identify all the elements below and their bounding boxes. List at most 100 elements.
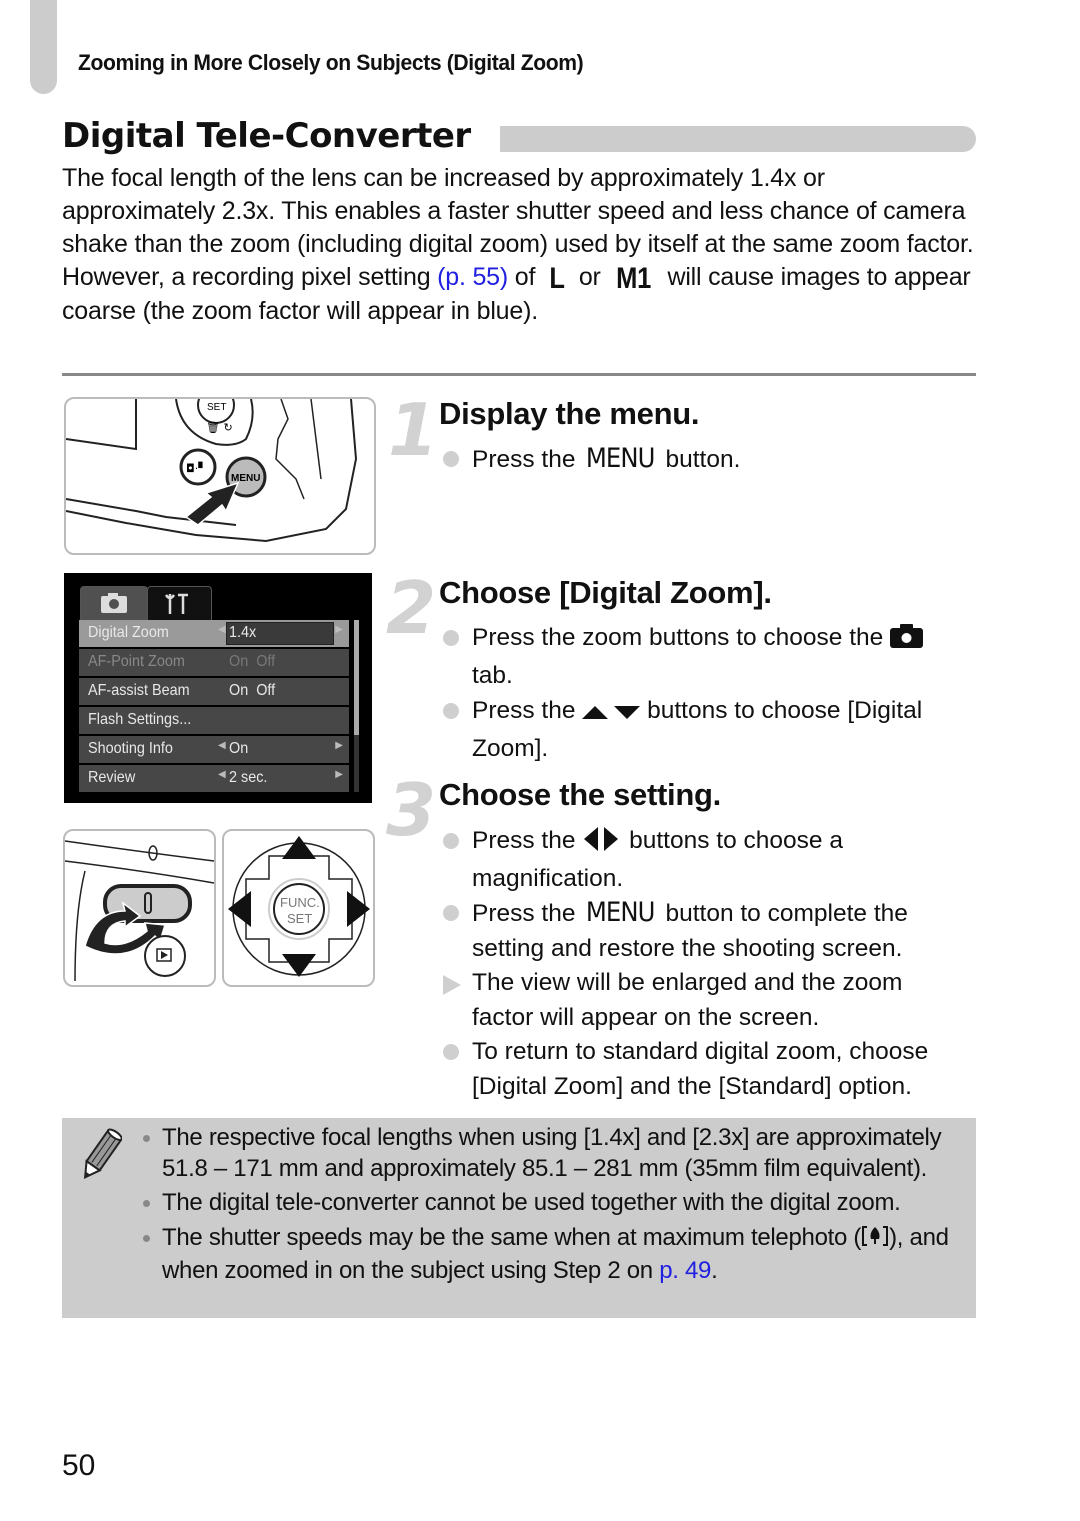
bullet-dot-icon (443, 833, 459, 849)
control-dial-illustration: FUNC. SET (222, 829, 375, 987)
up-arrow-icon (282, 836, 316, 859)
bullet-item: Press the buttons to choose [Digital Zoo… (441, 694, 961, 766)
bullet-text: Press the (472, 697, 583, 724)
menu-row-review[interactable]: Review ◀ 2 sec. ▶ (79, 765, 349, 792)
section-divider (62, 373, 976, 376)
scrollbar-thumb[interactable] (354, 620, 359, 735)
intro-text-b: of (508, 263, 542, 291)
menu-row-flash-settings[interactable]: Flash Settings... (79, 707, 349, 734)
menu-row-value: On (229, 740, 249, 757)
step-number-2: 2 (386, 566, 437, 650)
menu-tab-settings[interactable] (147, 586, 212, 620)
tools-icon (164, 593, 188, 614)
pencil-icon (78, 1128, 123, 1189)
pixel-size-L-icon: L (549, 262, 565, 295)
telephoto-icon (861, 1224, 889, 1257)
menu-button-label: MENU (231, 473, 260, 484)
left-arrow-icon: ◀ (218, 740, 226, 751)
menu-row-label: Review (88, 769, 136, 786)
menu-row-label: Shooting Info (88, 740, 173, 757)
intro-text-c: or (572, 263, 608, 291)
page-number: 50 (62, 1449, 96, 1482)
bullet-dot-icon (443, 630, 459, 646)
bullet-text: button. (658, 446, 741, 473)
intro-paragraph-2: However, a recording pixel setting (p. 5… (62, 261, 982, 328)
camera-icon (890, 624, 924, 659)
step-3-bullets: Press the buttons to choose a magnificat… (441, 824, 961, 1104)
note-text: The digital tele-converter cannot be use… (162, 1189, 901, 1216)
svg-text:🗑 ↻: 🗑 ↻ (206, 421, 233, 434)
bullet-dot-icon (443, 703, 459, 719)
menu-key-glyph: MENU (586, 443, 656, 474)
bullet-dot-icon (443, 451, 459, 467)
intro-paragraph-1: The focal length of the lens can be incr… (62, 164, 974, 258)
bullet-item: Press the MENU button to complete the se… (441, 896, 961, 966)
note-text: The respective focal lengths when using … (162, 1124, 942, 1182)
menu-tab-shooting[interactable] (80, 586, 148, 620)
menu-row-label: AF-assist Beam (88, 682, 190, 699)
svg-text:◘·▘: ◘·▘ (186, 461, 207, 475)
note-item: The digital tele-converter cannot be use… (140, 1188, 975, 1219)
note-item: The shutter speeds may be the same when … (140, 1223, 975, 1287)
bullet-text: Press the zoom buttons to choose the (472, 624, 891, 651)
intro-text: The focal length of the lens can be incr… (62, 162, 982, 328)
step-1-bullets: Press the MENU button. (441, 442, 961, 478)
bullet-text: tab. (472, 661, 513, 689)
note-bullet-icon (143, 1200, 150, 1207)
left-arrow-icon: ◀ (218, 769, 226, 780)
menu-row-af-assist-beam[interactable]: AF-assist Beam On Off (79, 678, 349, 705)
control-dial-drawing: FUNC. SET (228, 836, 370, 977)
bullet-item: Press the buttons to choose a magnificat… (441, 824, 961, 896)
menu-row-digital-zoom[interactable]: Digital Zoom ◀ 1.4x ▶ (79, 620, 349, 647)
camera-icon (101, 593, 127, 613)
bullet-text: The view will be enlarged and the zoom f… (472, 969, 903, 1031)
left-arrow-icon (228, 891, 251, 927)
set-label: SET (287, 911, 312, 926)
right-arrow-icon: ▶ (335, 740, 343, 751)
note-bullet-icon (143, 1135, 150, 1142)
right-arrow-icon: ▶ (335, 769, 343, 780)
step-number-1: 1 (388, 388, 439, 472)
result-item: The view will be enlarged and the zoom f… (441, 966, 961, 1035)
menu-rows: Digital Zoom ◀ 1.4x ▶ AF-Point Zoom On O… (79, 620, 349, 794)
note-bullet-icon (143, 1234, 150, 1242)
menu-row-value: 2 sec. (229, 769, 268, 786)
camera-menu-screen: Digital Zoom ◀ 1.4x ▶ AF-Point Zoom On O… (64, 573, 372, 803)
menu-key-glyph: MENU (586, 897, 656, 928)
menu-scrollbar[interactable] (354, 620, 359, 792)
note-text: . (711, 1257, 718, 1284)
menu-row-af-point-zoom[interactable]: AF-Point Zoom On Off (79, 649, 349, 676)
menu-row-shooting-info[interactable]: Shooting Info ◀ On ▶ (79, 736, 349, 763)
page-link-49[interactable]: p. 49 (659, 1257, 711, 1284)
menu-row-label: AF-Point Zoom (88, 653, 185, 670)
step-1-title: Display the menu. (439, 396, 700, 431)
zoom-lever-illustration (63, 829, 216, 987)
page-link-55[interactable]: (p. 55) (437, 263, 508, 291)
set-label: SET (207, 402, 226, 413)
title-decoration-bar (500, 126, 976, 152)
func-label: FUNC. (280, 895, 320, 910)
intro-text-a: However, a recording pixel setting (62, 263, 438, 291)
left-arrow-icon: ◀ (218, 624, 226, 635)
step-2-title: Choose [Digital Zoom]. (439, 575, 772, 610)
menu-row-label: Digital Zoom (88, 624, 169, 641)
bullet-dot-icon (443, 1044, 459, 1060)
step-3-title: Choose the setting. (439, 777, 721, 812)
camera-back-drawing: SET 🗑 ↻ ◘·▘ MENU (66, 399, 358, 543)
bullet-item: To return to standard digital zoom, choo… (441, 1035, 961, 1104)
bullet-dot-icon (443, 905, 459, 921)
menu-row-label: Flash Settings... (88, 711, 192, 728)
bullet-text: To return to standard digital zoom, choo… (472, 1038, 929, 1100)
right-arrow-icon (347, 891, 370, 927)
note-item: The respective focal lengths when using … (140, 1123, 975, 1184)
side-tab-marker (30, 0, 57, 94)
bullet-text: Press the (472, 900, 583, 927)
bullet-item: Press the zoom buttons to choose the tab… (441, 621, 961, 693)
running-head: Zooming in More Closely on Subjects (Dig… (78, 50, 584, 75)
pixel-size-M1-icon: M1 (616, 262, 652, 295)
right-arrow-icon: ▶ (335, 624, 343, 635)
step-number-3: 3 (386, 768, 437, 852)
up-down-arrows-icon (582, 697, 641, 732)
note-list: The respective focal lengths when using … (140, 1123, 975, 1291)
menu-row-value: On Off (229, 653, 276, 670)
